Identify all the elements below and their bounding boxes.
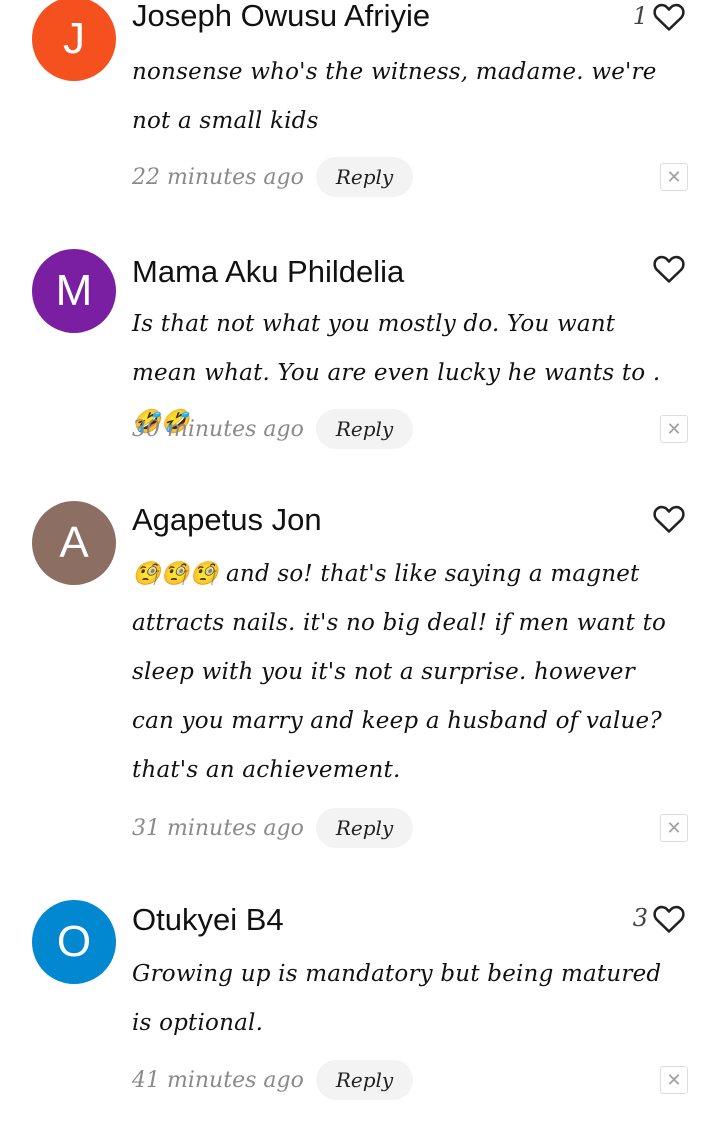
like-control[interactable] — [648, 252, 686, 284]
like-control[interactable]: 3 — [633, 902, 686, 934]
comment-timestamp: 30 minutes ago — [132, 416, 304, 442]
avatar[interactable]: M — [32, 249, 116, 333]
comment-meta: 30 minutes ago Reply — [132, 409, 414, 449]
like-control[interactable] — [648, 502, 686, 534]
comment-timestamp: 22 minutes ago — [132, 164, 304, 190]
heart-outline-icon[interactable] — [652, 252, 686, 284]
comment-meta: 22 minutes ago Reply — [132, 157, 414, 197]
comment-author[interactable]: Agapetus Jon — [132, 502, 322, 538]
like-control[interactable]: 1 — [633, 0, 686, 32]
reply-button[interactable]: Reply — [315, 1060, 414, 1100]
comment-text: Growing up is mandatory but being mature… — [132, 961, 662, 1036]
close-icon[interactable]: ✕ — [660, 1066, 688, 1094]
close-icon[interactable]: ✕ — [660, 163, 688, 191]
heart-outline-icon[interactable] — [652, 502, 686, 534]
reply-button[interactable]: Reply — [315, 157, 414, 197]
comment-meta: 41 minutes ago Reply — [132, 1060, 414, 1100]
comment-author[interactable]: Otukyei B4 — [132, 902, 284, 938]
comment-meta: 31 minutes ago Reply — [132, 808, 414, 848]
reply-button[interactable]: Reply — [315, 808, 414, 848]
comment-timestamp: 41 minutes ago — [132, 1067, 304, 1093]
like-count: 3 — [632, 904, 648, 932]
close-icon[interactable]: ✕ — [660, 814, 688, 842]
heart-outline-icon[interactable] — [652, 902, 686, 934]
avatar[interactable]: A — [32, 501, 116, 585]
reply-button[interactable]: Reply — [315, 409, 414, 449]
comment-timestamp: 31 minutes ago — [132, 815, 304, 841]
comment-text: 🧐🧐🧐 and so! that's like saying a magnet … — [132, 561, 667, 783]
comment-author[interactable]: Mama Aku Phildelia — [132, 254, 404, 290]
comment-author[interactable]: Joseph Owusu Afriyie — [132, 0, 430, 34]
heart-outline-icon[interactable] — [652, 0, 686, 32]
like-count: 1 — [632, 2, 648, 30]
avatar[interactable]: O — [32, 900, 116, 984]
avatar[interactable]: J — [32, 0, 116, 81]
comment-text: nonsense who's the witness, madame. we'r… — [132, 59, 657, 134]
close-icon[interactable]: ✕ — [660, 415, 688, 443]
